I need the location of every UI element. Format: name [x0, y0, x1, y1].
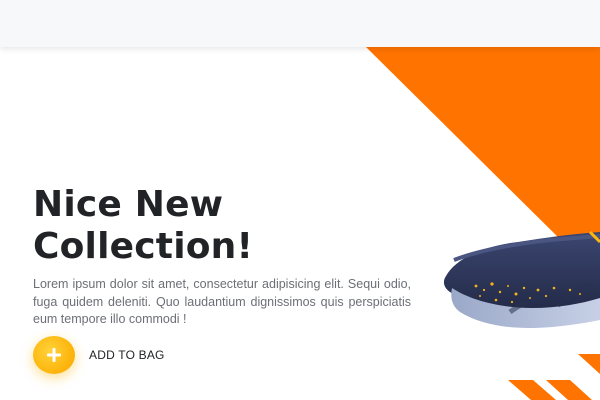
orange-stripe-bottom-right	[546, 380, 592, 400]
add-to-bag-button[interactable]: ADD TO BAG	[33, 336, 165, 374]
plus-icon	[47, 348, 61, 362]
hero-title: Nice New Collection!	[33, 184, 253, 268]
orange-diagonal-panel	[366, 47, 600, 248]
orange-stripe-bottom-left	[508, 380, 556, 400]
add-to-bag-icon-circle[interactable]	[33, 336, 75, 374]
sneaker-image	[443, 230, 600, 328]
hero-title-line-1: Nice New	[33, 184, 224, 225]
landing-page: Nice New Collection! Lorem ipsum dolor s…	[0, 0, 600, 400]
add-to-bag-label: ADD TO BAG	[89, 348, 165, 362]
hero-description: Lorem ipsum dolor sit amet, consectetur …	[33, 277, 411, 326]
hero-title-line-2: Collection!	[33, 226, 254, 267]
navbar	[0, 0, 600, 47]
orange-stripe-lower-right	[578, 354, 600, 374]
